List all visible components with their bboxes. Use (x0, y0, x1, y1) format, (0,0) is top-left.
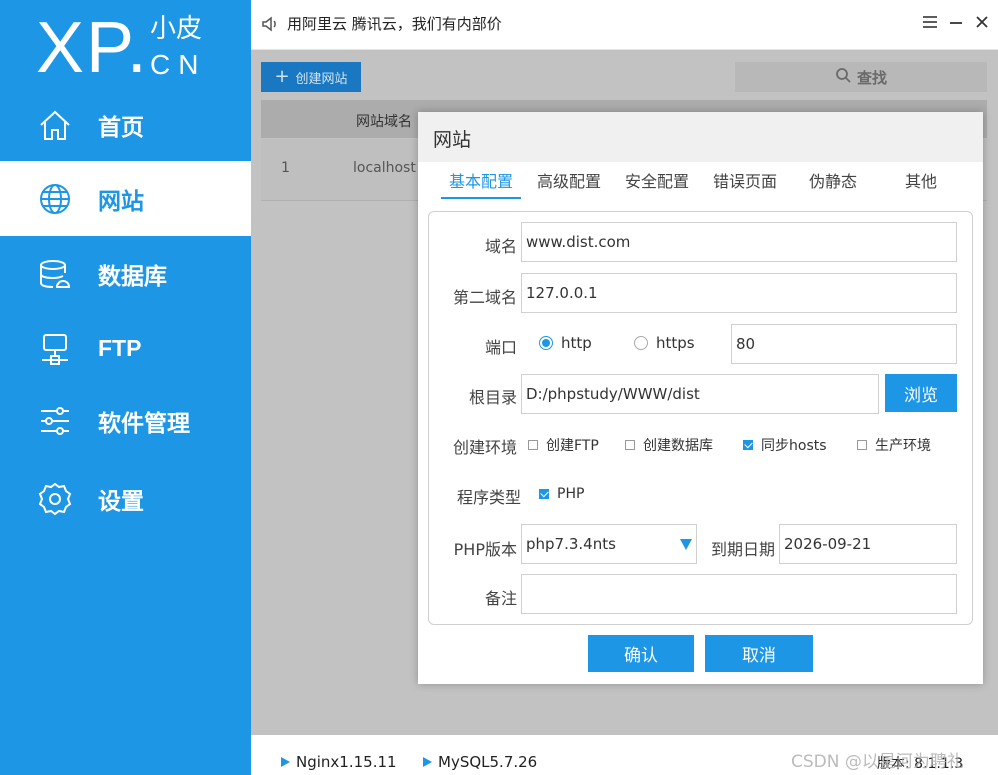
service-nginx[interactable]: Nginx1.15.11 (281, 753, 397, 771)
sidebar-item-software[interactable]: 软件管理 (0, 383, 251, 458)
sidebar-item-website[interactable]: 网站 (0, 161, 251, 236)
domain-field[interactable]: www.dist.com (521, 222, 957, 262)
row-domain: localhost (353, 160, 416, 176)
checkbox-label: 同步hosts (761, 438, 827, 454)
radio-http[interactable]: http (539, 334, 592, 352)
note-field[interactable] (521, 574, 957, 614)
sidebar-item-label: FTP (98, 335, 142, 361)
checkbox-create-ftp[interactable]: 创建FTP (528, 435, 599, 455)
top-bar: 用阿里云 腾讯云，我们有内部价 (251, 0, 998, 50)
row-index: 1 (281, 160, 290, 176)
checkbox-sync-hosts[interactable]: 同步hosts (743, 435, 827, 455)
sidebar-item-label: 首页 (98, 114, 144, 141)
sidebar-item-ftp[interactable]: FTP (0, 311, 251, 386)
radio-dot (634, 336, 648, 350)
tab-error-pages[interactable]: 错误页面 (705, 167, 785, 199)
domain-label: 域名 (484, 237, 517, 256)
sidebar: XP. 小皮 CN 首页 网站 数据库 FTP 软件管理 设置 (0, 0, 251, 775)
website-dialog: 网站 基本配置 高级配置 安全配置 错误页面 伪静态 其他 域名 www.dis… (418, 112, 983, 684)
tab-rewrite[interactable]: 伪静态 (803, 167, 863, 199)
sidebar-item-settings[interactable]: 设置 (0, 461, 251, 536)
service-label: Nginx1.15.11 (296, 753, 397, 771)
php-version-label: PHP版本 (453, 540, 517, 559)
minimize-icon[interactable] (946, 12, 966, 32)
radio-https[interactable]: https (634, 334, 695, 352)
search-label: 查找 (856, 68, 887, 87)
create-website-label: 创建网站 (295, 71, 348, 87)
tab-advanced[interactable]: 高级配置 (529, 167, 609, 199)
checkbox-box (625, 440, 635, 450)
column-header-domain: 网站域名 (356, 114, 412, 130)
status-bar: Nginx1.15.11 MySQL5.7.26 版本: 8.1.1.3 CSD… (251, 735, 998, 775)
second-domain-field[interactable]: 127.0.0.1 (521, 273, 957, 313)
checkbox-label: PHP (557, 486, 585, 502)
checkbox-label: 创建数据库 (643, 438, 713, 454)
promo-link[interactable]: 用阿里云 腾讯云，我们有内部价 (287, 13, 502, 34)
sliders-icon (37, 403, 73, 439)
checkbox-box (857, 440, 867, 450)
sidebar-item-label: 数据库 (98, 263, 167, 290)
dialog-title: 网站 (433, 129, 472, 151)
second-domain-label: 第二域名 (452, 288, 517, 307)
radio-dot (539, 336, 553, 350)
play-icon (281, 757, 290, 767)
create-website-button[interactable]: + 创建网站 (261, 62, 361, 92)
checkbox-create-database[interactable]: 创建数据库 (625, 435, 713, 455)
search-icon (835, 67, 851, 87)
cancel-button[interactable]: 取消 (705, 635, 813, 672)
tab-security[interactable]: 安全配置 (617, 167, 697, 199)
sidebar-item-database[interactable]: 数据库 (0, 236, 251, 311)
checkbox-production[interactable]: 生产环境 (857, 435, 931, 455)
port-label: 端口 (484, 338, 517, 357)
browse-button[interactable]: 浏览 (885, 374, 957, 412)
checkbox-box (528, 440, 538, 450)
sidebar-item-label: 软件管理 (98, 410, 190, 437)
service-mysql[interactable]: MySQL5.7.26 (423, 753, 537, 771)
port-field[interactable]: 80 (731, 324, 957, 364)
play-icon (423, 757, 432, 767)
globe-icon (37, 181, 73, 217)
ftp-icon (37, 331, 73, 367)
service-label: MySQL5.7.26 (438, 753, 538, 771)
sidebar-item-label: 设置 (98, 488, 144, 515)
checkbox-box (539, 489, 549, 499)
logo: XP. 小皮 CN (36, 8, 236, 88)
radio-https-label: https (656, 334, 695, 352)
dialog-header: 网站 (418, 112, 983, 162)
search-button[interactable]: 查找 (735, 62, 987, 92)
checkbox-label: 生产环境 (875, 438, 931, 454)
expire-date-field[interactable]: 2026-09-21 (779, 524, 957, 564)
tab-other[interactable]: 其他 (899, 167, 943, 199)
radio-http-label: http (561, 334, 592, 352)
basic-config-panel: 域名 www.dist.com 第二域名 127.0.0.1 端口 http h… (428, 211, 973, 625)
home-icon (37, 107, 73, 143)
note-label: 备注 (484, 589, 517, 608)
gear-icon (37, 481, 73, 517)
root-dir-field[interactable]: D:/phpstudy/WWW/dist (521, 374, 879, 414)
database-icon (37, 256, 73, 292)
program-type-label: 程序类型 (456, 488, 521, 507)
speaker-icon (260, 14, 280, 34)
checkbox-label: 创建FTP (546, 438, 599, 454)
php-version-select[interactable]: php7.3.4nts (521, 524, 697, 564)
logo-main: XP. (36, 8, 149, 88)
menu-icon[interactable] (920, 12, 940, 32)
dropdown-arrow-icon (680, 539, 692, 550)
sidebar-item-home[interactable]: 首页 (0, 87, 251, 162)
sidebar-item-label: 网站 (98, 188, 144, 215)
confirm-button[interactable]: 确认 (588, 635, 694, 672)
env-label: 创建环境 (452, 438, 517, 457)
close-icon[interactable] (972, 12, 992, 32)
plus-icon: + (274, 66, 290, 87)
root-dir-label: 根目录 (468, 388, 517, 407)
logo-small: 小皮 (150, 14, 203, 44)
checkbox-box (743, 440, 753, 450)
watermark: CSDN @以星河为聘礼 (791, 752, 964, 772)
php-version-value: php7.3.4nts (526, 535, 616, 553)
logo-suffix: CN (150, 49, 207, 80)
tab-basic[interactable]: 基本配置 (441, 167, 521, 199)
checkbox-php[interactable]: PHP (539, 486, 584, 502)
expire-date-label: 到期日期 (710, 540, 775, 559)
